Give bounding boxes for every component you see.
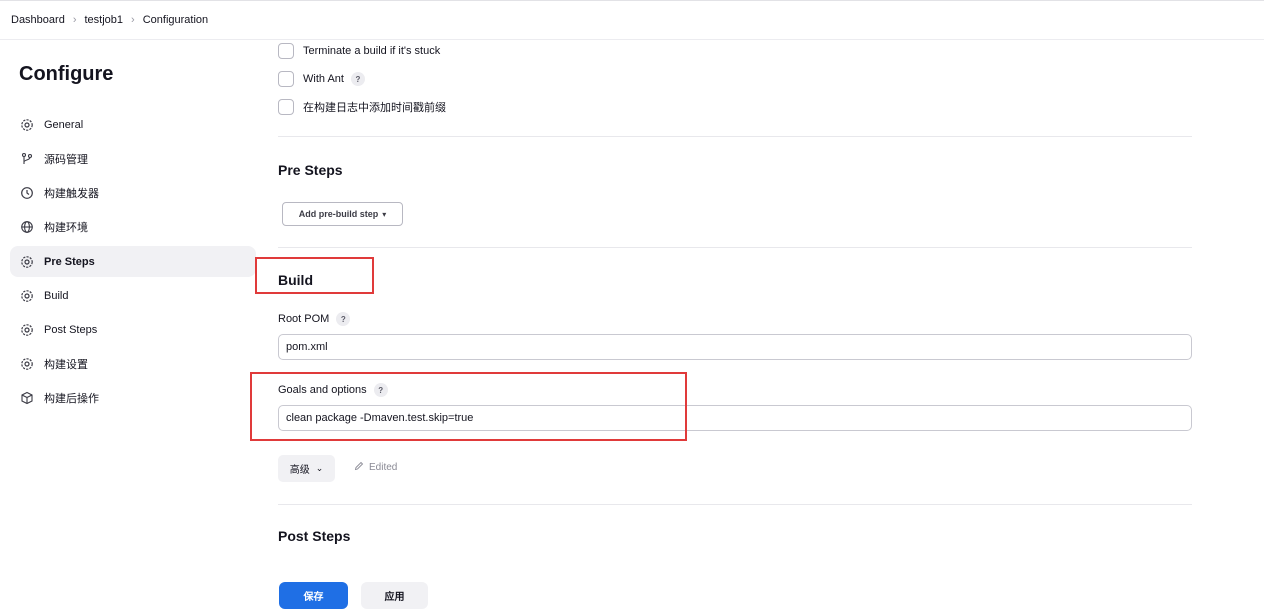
gear-icon [20,323,34,337]
chevron-right-icon[interactable]: › [131,14,135,26]
goals-highlight [250,372,687,441]
chevron-right-icon[interactable]: › [73,14,77,26]
breadcrumb-dashboard[interactable]: Dashboard [11,14,65,26]
sidebar-item-scm[interactable]: 源码管理 [10,143,256,174]
sidebar-item-label: Build [44,289,69,302]
root-pom-label: Root POM ? [278,312,351,326]
sidebar-item-label: General [44,118,84,131]
sidebar-item-post-build[interactable]: 构建后操作 [10,382,256,413]
with-ant-checkbox[interactable] [278,71,294,87]
breadcrumb-job[interactable]: testjob1 [85,14,124,26]
sidebar-item-label: Post Steps [44,323,98,336]
sidebar-item-label: 构建触发器 [44,187,99,200]
advanced-button[interactable]: 高级 ⌄ [278,455,335,482]
gear-icon [20,255,34,269]
with-ant-option[interactable]: With Ant ? [278,71,365,87]
sidebar-item-label: 构建环境 [44,221,88,234]
pencil-icon [354,461,364,474]
sidebar-item-general[interactable]: General [10,109,256,140]
pre-steps-heading: Pre Steps [278,162,343,178]
gear-icon [20,289,34,303]
branch-icon [20,152,34,166]
gear-icon [20,118,34,132]
root-pom-value: pom.xml [286,341,328,353]
sidebar-item-pre-steps[interactable]: Pre Steps [10,246,256,277]
with-ant-label: With Ant [303,73,344,85]
sidebar-item-build[interactable]: Build [10,280,256,311]
sidebar-item-build-settings[interactable]: 构建设置 [10,348,256,379]
sidebar-item-label: Pre Steps [44,255,95,268]
sidebar-item-label: 构建设置 [44,358,88,371]
terminate-stuck-label: Terminate a build if it's stuck [303,45,441,57]
chevron-down-icon: ▾ [382,209,387,219]
terminate-stuck-option[interactable]: Terminate a build if it's stuck [278,43,440,59]
breadcrumb: Dashboard › testjob1 › Configuration [0,0,1264,40]
add-pre-build-step-label: Add pre-build step [298,209,379,219]
sidebar-item-triggers[interactable]: 构建触发器 [10,177,256,208]
chevron-down-icon: ⌄ [315,463,324,473]
package-icon [20,391,34,405]
sidebar-item-label: 构建后操作 [44,392,99,405]
breadcrumb-configuration[interactable]: Configuration [143,14,208,26]
gear-icon [20,357,34,371]
post-steps-heading: Post Steps [278,528,351,544]
sidebar-item-label: 源码管理 [44,153,88,166]
edited-indicator: Edited [354,461,397,474]
apply-button[interactable]: 应用 [361,582,428,609]
save-button[interactable]: 保存 [279,582,348,609]
help-icon[interactable]: ? [336,312,351,326]
root-pom-label-text: Root POM [278,313,330,325]
sidebar-title: Configure [19,63,114,85]
clock-icon [20,186,34,200]
divider [278,504,1192,505]
advanced-label: 高级 [289,465,310,476]
add-pre-build-step-button[interactable]: Add pre-build step ▾ [282,202,403,226]
timestamp-label: 在构建日志中添加时间戳前缀 [303,102,446,114]
divider [278,247,1192,248]
divider [278,136,1192,137]
terminate-stuck-checkbox[interactable] [278,43,294,59]
sidebar: Configure General 源码管理 构建触发器 构建环境 Pre St… [0,40,268,616]
timestamp-checkbox[interactable] [278,99,294,115]
sidebar-item-environment[interactable]: 构建环境 [10,211,256,242]
config-form: Terminate a build if it's stuck With Ant… [250,40,1264,616]
help-icon[interactable]: ? [350,72,365,86]
globe-icon [20,220,34,234]
build-heading-highlight [255,257,374,294]
timestamp-option[interactable]: 在构建日志中添加时间戳前缀 [278,99,446,115]
sidebar-item-post-steps[interactable]: Post Steps [10,314,256,345]
root-pom-input[interactable]: pom.xml [278,334,1192,360]
edited-label: Edited [369,462,398,473]
